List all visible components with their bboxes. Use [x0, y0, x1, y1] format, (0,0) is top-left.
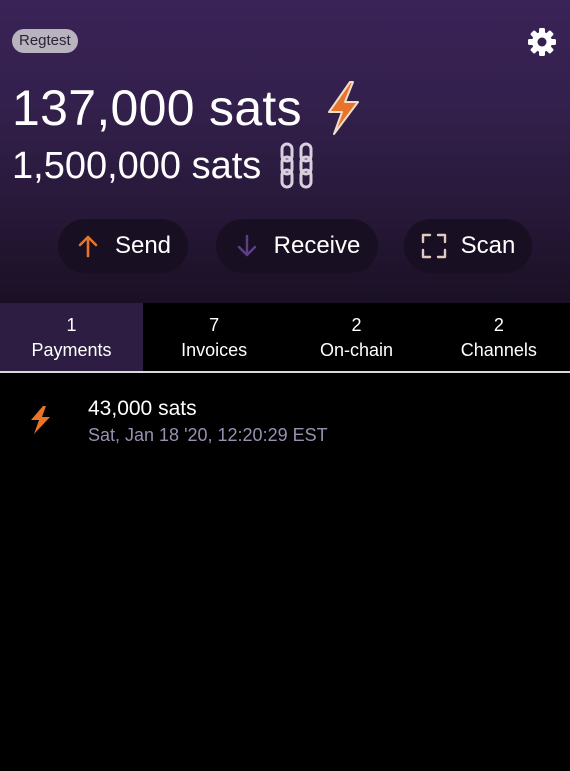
gear-icon	[528, 28, 556, 56]
tab-channels[interactable]: 2 Channels	[428, 303, 570, 373]
history-tabs: 1 Payments 7 Invoices 2 On-chain 2 Chann…	[0, 303, 570, 373]
tab-invoices[interactable]: 7 Invoices	[143, 303, 285, 373]
tab-payments[interactable]: 1 Payments	[0, 303, 143, 373]
payment-amount: 43,000 sats	[88, 397, 197, 420]
wallet-screen: Regtest 137,000 sats 1,500,000 sats Send…	[0, 0, 570, 771]
lightning-balance: 137,000 sats	[12, 80, 366, 136]
tab-label: Invoices	[181, 340, 248, 360]
onchain-balance: 1,500,000 sats	[12, 142, 317, 190]
receive-button-label: Receive	[273, 232, 361, 259]
balance-header: Regtest 137,000 sats 1,500,000 sats Send…	[0, 0, 570, 303]
scan-frame-icon	[421, 233, 446, 259]
chain-link-icon	[280, 142, 313, 189]
onchain-balance-amount: 1,500,000 sats	[12, 145, 262, 187]
tab-label: On-chain	[319, 340, 394, 360]
tab-label: Payments	[31, 340, 112, 360]
list-item[interactable]: 43,000 sats Sat, Jan 18 '20, 12:20:29 ES…	[0, 373, 570, 453]
tab-count: 1	[66, 315, 77, 335]
lightning-bolt-icon	[31, 406, 50, 434]
lightning-balance-amount: 137,000 sats	[12, 80, 302, 136]
settings-button[interactable]	[526, 26, 558, 58]
lightning-bolt-icon	[327, 81, 359, 135]
tab-count: 2	[493, 315, 504, 335]
arrow-up-icon	[78, 235, 98, 258]
tab-label: Channels	[460, 340, 537, 360]
arrow-down-icon	[237, 234, 256, 257]
receive-button[interactable]: Receive	[216, 219, 378, 273]
scan-button[interactable]: Scan	[404, 219, 532, 273]
tab-count: 2	[351, 315, 362, 335]
scan-button-label: Scan	[460, 232, 516, 259]
payment-date: Sat, Jan 18 '20, 12:20:29 EST	[88, 425, 328, 445]
tab-count: 7	[209, 315, 220, 335]
network-badge: Regtest	[12, 29, 78, 53]
send-button-label: Send	[114, 232, 172, 259]
payments-list: 43,000 sats Sat, Jan 18 '20, 12:20:29 ES…	[0, 373, 570, 453]
tab-on-chain[interactable]: 2 On-chain	[285, 303, 427, 373]
send-button[interactable]: Send	[58, 219, 188, 273]
